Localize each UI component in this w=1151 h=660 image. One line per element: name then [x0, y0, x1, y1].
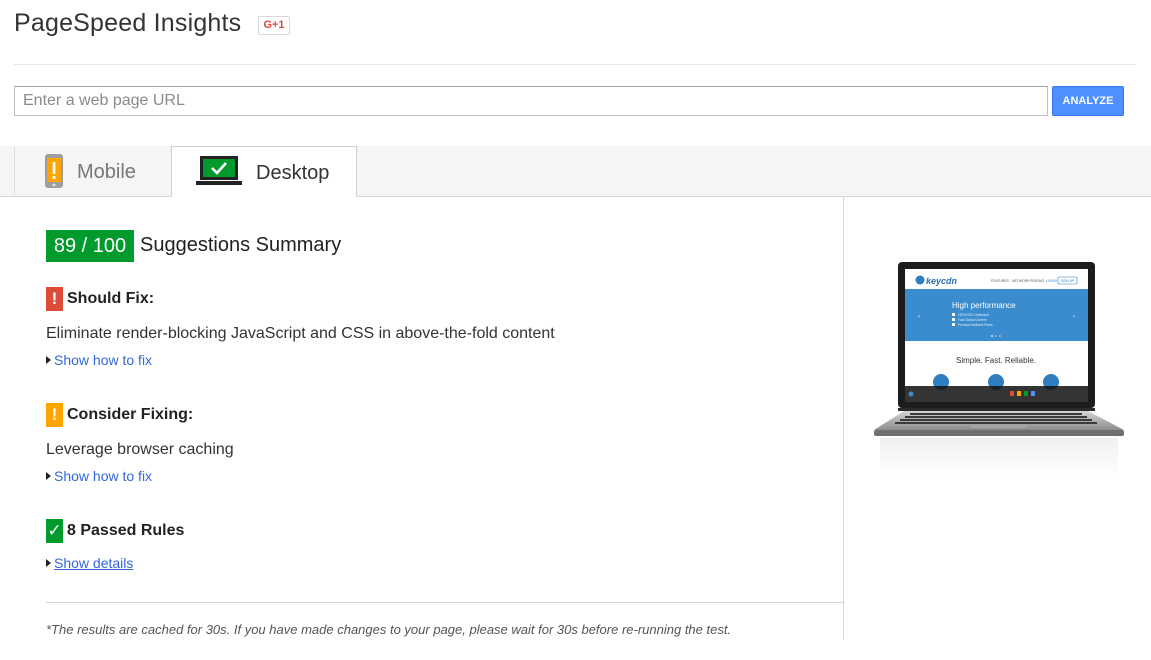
- preview-slider-dot: [999, 335, 1001, 337]
- laptop-trackpad: [970, 425, 1026, 428]
- should-fix-title: Should Fix:: [67, 290, 155, 307]
- analyze-button[interactable]: ANALYZE: [1052, 86, 1124, 116]
- preview-arrow-left-icon: ‹: [918, 314, 920, 320]
- passed-rules-title: 8 Passed Rules: [67, 522, 185, 539]
- preview-nav-login: LOGIN: [1046, 279, 1057, 283]
- preview-hero-point: Premium Network Peers: [958, 323, 993, 327]
- google-plus-button[interactable]: G+1: [258, 16, 290, 35]
- should-fix-rule: Eliminate render-blocking JavaScript and…: [46, 325, 555, 342]
- laptop-reflection: [880, 438, 1118, 478]
- preview-bullet-icon: [952, 323, 955, 326]
- checkmark-icon: ✓: [46, 519, 63, 543]
- caret-right-icon: [46, 472, 51, 480]
- preview-nav-signup: SIGN UP: [1061, 279, 1076, 283]
- preview-bullet-icon: [952, 313, 955, 316]
- link-label: Show how to fix: [54, 468, 153, 484]
- summary-title: Suggestions Summary: [140, 234, 342, 256]
- header-divider: [14, 64, 1136, 65]
- header: PageSpeed Insights G+1: [0, 0, 1151, 52]
- footer-divider: [46, 602, 843, 603]
- content-divider: [843, 197, 844, 640]
- preview-nav-features: FEATURES: [991, 279, 1010, 283]
- consider-fixing-show-how-link[interactable]: Show how to fix: [46, 468, 152, 484]
- link-label: Show details: [54, 555, 134, 571]
- preview-bullet-icon: [952, 318, 955, 321]
- caret-right-icon: [46, 356, 51, 364]
- exclamation-icon: !: [46, 403, 63, 427]
- tab-desktop-label: Desktop: [256, 162, 330, 184]
- url-input[interactable]: [14, 86, 1048, 116]
- consider-fixing-rule: Leverage browser caching: [46, 441, 234, 458]
- device-tabs: Mobile Desktop: [0, 146, 1151, 197]
- passed-rules-show-details-link[interactable]: Show details: [46, 555, 133, 571]
- cache-note: *The results are cached for 30s. If you …: [46, 622, 732, 637]
- preview-taskbar-app: [1017, 391, 1021, 396]
- preview-slider-dot: [991, 335, 993, 337]
- preview-hero: [905, 289, 1088, 341]
- preview-slider-dot: [995, 335, 997, 337]
- page-screenshot-preview: keycdn FEATURES NETWORK PRICING LOGIN SI…: [874, 262, 1124, 478]
- preview-hero-point: Fast Global Content: [958, 318, 986, 322]
- preview-hero-title: High performance: [952, 301, 1016, 310]
- laptop-front-edge: [874, 430, 1124, 436]
- exclamation-icon: !: [46, 287, 63, 311]
- preview-taskbar-app: [1031, 391, 1035, 396]
- tab-mobile[interactable]: Mobile: [14, 146, 171, 197]
- preview-nav-pricing: PRICING: [1030, 279, 1044, 283]
- should-fix-show-how-link[interactable]: Show how to fix: [46, 352, 152, 368]
- preview-taskbar-app: [1024, 391, 1028, 396]
- laptop-hinge: [898, 408, 1095, 411]
- link-label: Show how to fix: [54, 352, 153, 368]
- app-title: PageSpeed Insights: [14, 9, 242, 37]
- tab-desktop[interactable]: Desktop: [171, 146, 357, 197]
- score-badge: 89 / 100: [46, 230, 134, 262]
- laptop-check-icon: [196, 156, 242, 185]
- consider-fixing-title: Consider Fixing:: [67, 406, 194, 423]
- keycdn-logo-icon: [915, 275, 925, 285]
- phone-warning-icon: [45, 154, 63, 188]
- preview-tagline: Simple. Fast. Reliable.: [956, 356, 1036, 365]
- caret-right-icon: [46, 559, 51, 567]
- tab-mobile-label: Mobile: [77, 161, 136, 183]
- preview-taskbar: [905, 386, 1088, 402]
- preview-launcher-icon: [908, 391, 914, 397]
- preview-arrow-right-icon: ›: [1073, 314, 1075, 320]
- preview-logo: keycdn: [926, 276, 958, 286]
- preview-nav-network: NETWORK: [1012, 279, 1030, 283]
- preview-taskbar-app: [1010, 391, 1014, 396]
- preview-hero-point: 100% SSD Optimized: [958, 313, 989, 317]
